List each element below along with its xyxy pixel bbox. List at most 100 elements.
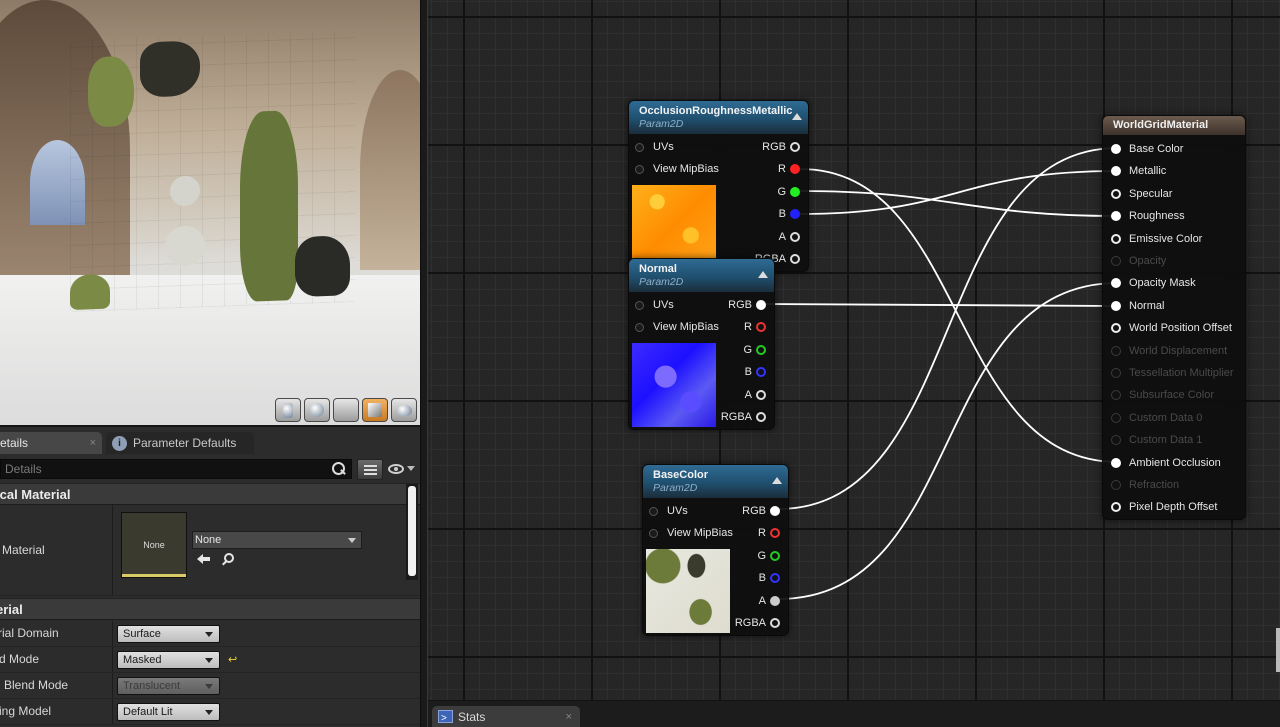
node-basecolor[interactable]: BaseColor Param2D UVs View MipBias RGB R…	[642, 464, 789, 636]
graph-scrollbar[interactable]	[1276, 628, 1280, 672]
output-pin-icon[interactable]	[756, 412, 766, 422]
preview-cylinder-button[interactable]	[275, 398, 301, 422]
input-pin-specular[interactable]: Specular	[1103, 186, 1172, 202]
blend-mode-dropdown[interactable]: Masked	[117, 651, 220, 669]
node-header[interactable]: Normal Param2D	[629, 259, 774, 292]
output-pin-g[interactable]: G	[743, 342, 766, 358]
input-pin-icon[interactable]	[635, 301, 644, 310]
input-pin-icon[interactable]	[1111, 211, 1121, 222]
output-pin-icon[interactable]	[756, 322, 766, 332]
input-pin-view-mipbias[interactable]: View MipBias	[635, 161, 719, 177]
input-pin-icon[interactable]	[1111, 144, 1121, 154]
output-pin-icon[interactable]	[756, 345, 766, 355]
output-pin-r[interactable]: R	[758, 525, 780, 541]
input-pin-world-position-offset[interactable]: World Position Offset	[1103, 320, 1232, 336]
output-pin-icon[interactable]	[770, 573, 780, 583]
output-pin-rgba[interactable]: RGBA	[735, 615, 780, 631]
asset-picker-combo[interactable]: None	[192, 531, 362, 549]
input-pin-icon[interactable]	[1111, 188, 1121, 199]
input-pin-icon[interactable]	[1111, 166, 1121, 177]
close-icon[interactable]: ×	[566, 706, 572, 727]
search-icon[interactable]	[331, 462, 345, 476]
output-pin-icon[interactable]	[790, 209, 800, 219]
output-pin-r[interactable]: R	[778, 161, 800, 177]
input-pin-icon[interactable]	[1111, 457, 1121, 468]
property-matrix-button[interactable]	[357, 459, 383, 480]
output-pin-icon[interactable]	[770, 528, 780, 538]
output-pin-g[interactable]: G	[757, 548, 780, 564]
input-pin-ambient-occlusion[interactable]: Ambient Occlusion	[1103, 455, 1221, 471]
output-pin-b[interactable]: B	[745, 364, 766, 380]
input-pin-uvs[interactable]: UVs	[635, 139, 674, 155]
tab-details[interactable]: etails ×	[0, 432, 102, 454]
output-pin-b[interactable]: B	[759, 570, 780, 586]
input-pin-roughness[interactable]: Roughness	[1103, 208, 1185, 224]
output-pin-icon[interactable]	[770, 596, 780, 606]
collapse-arrow-icon[interactable]	[792, 113, 802, 120]
details-scrollbar[interactable]	[406, 484, 418, 580]
node-world-grid-material[interactable]: WorldGridMaterial Base Color Metallic Spec…	[1102, 115, 1246, 520]
input-pin-icon[interactable]	[649, 507, 658, 516]
output-pin-a[interactable]: A	[779, 229, 800, 245]
node-header[interactable]: OcclusionRoughnessMetallic Param2D	[629, 101, 808, 134]
input-pin-view-mipbias[interactable]: View MipBias	[649, 525, 733, 541]
column-divider[interactable]	[112, 647, 113, 672]
node-occlusion-roughness-metallic[interactable]: OcclusionRoughnessMetallic Param2D UVs V…	[628, 100, 809, 272]
collapse-arrow-icon[interactable]	[758, 271, 768, 278]
node-header[interactable]: WorldGridMaterial	[1103, 116, 1245, 135]
node-normal[interactable]: Normal Param2D UVs View MipBias RGB R G …	[628, 258, 775, 430]
column-divider[interactable]	[112, 621, 113, 646]
input-pin-icon[interactable]	[649, 529, 658, 538]
input-pin-base-color[interactable]: Base Color	[1103, 141, 1183, 157]
shading-model-dropdown[interactable]: Default Lit	[117, 703, 220, 721]
input-pin-icon[interactable]	[1111, 300, 1121, 311]
input-pin-view-mipbias[interactable]: View MipBias	[635, 319, 719, 335]
output-pin-icon[interactable]	[790, 187, 800, 197]
output-pin-rgba[interactable]: RGBA	[721, 409, 766, 425]
reset-to-default-icon[interactable]: ↩	[228, 653, 237, 666]
node-header[interactable]: BaseColor Param2D	[643, 465, 788, 498]
output-pin-b[interactable]: B	[779, 206, 800, 222]
output-pin-icon[interactable]	[770, 618, 780, 628]
output-pin-a[interactable]: A	[745, 387, 766, 403]
material-graph-canvas[interactable]: OcclusionRoughnessMetallic Param2D UVs V…	[428, 0, 1280, 700]
material-preview-viewport[interactable]	[0, 0, 420, 425]
output-pin-g[interactable]: G	[777, 184, 800, 200]
input-pin-uvs[interactable]: UVs	[635, 297, 674, 313]
input-pin-uvs[interactable]: UVs	[649, 503, 688, 519]
output-pin-rgb[interactable]: RGB	[762, 139, 800, 155]
input-pin-opacity-mask[interactable]: Opacity Mask	[1103, 275, 1196, 291]
column-divider[interactable]	[112, 673, 113, 698]
output-pin-icon[interactable]	[790, 164, 800, 174]
output-pin-icon[interactable]	[790, 142, 800, 152]
close-icon[interactable]: ×	[90, 437, 96, 449]
output-pin-icon[interactable]	[770, 551, 780, 561]
input-pin-icon[interactable]	[1111, 233, 1121, 244]
column-divider[interactable]	[112, 504, 113, 595]
use-selected-arrow-icon[interactable]	[197, 552, 211, 564]
input-pin-normal[interactable]: Normal	[1103, 298, 1164, 314]
category-material[interactable]: erial	[0, 598, 420, 620]
output-pin-rgb[interactable]: RGB	[742, 503, 780, 519]
output-pin-rgb[interactable]: RGB	[728, 297, 766, 313]
material-domain-dropdown[interactable]: Surface	[117, 625, 220, 643]
browse-magnifier-icon[interactable]	[222, 553, 234, 565]
column-divider[interactable]	[112, 699, 113, 724]
input-pin-metallic[interactable]: Metallic	[1103, 163, 1166, 179]
panel-splitter[interactable]	[420, 0, 428, 727]
input-pin-icon[interactable]	[1111, 323, 1121, 334]
collapse-arrow-icon[interactable]	[772, 477, 782, 484]
output-pin-a[interactable]: A	[759, 593, 780, 609]
input-pin-icon[interactable]	[1111, 278, 1121, 289]
output-pin-icon[interactable]	[770, 506, 780, 516]
tab-parameter-defaults[interactable]: i Parameter Defaults	[106, 432, 254, 454]
input-pin-pixel-depth-offset[interactable]: Pixel Depth Offset	[1103, 499, 1217, 515]
input-pin-icon[interactable]	[635, 323, 644, 332]
input-pin-emissive-color[interactable]: Emissive Color	[1103, 231, 1202, 247]
output-pin-icon[interactable]	[790, 254, 800, 264]
preview-plane-button[interactable]	[333, 398, 359, 422]
input-pin-icon[interactable]	[635, 165, 644, 174]
output-pin-r[interactable]: R	[744, 319, 766, 335]
input-pin-icon[interactable]	[1111, 502, 1121, 513]
preview-sphere-button[interactable]	[304, 398, 330, 422]
